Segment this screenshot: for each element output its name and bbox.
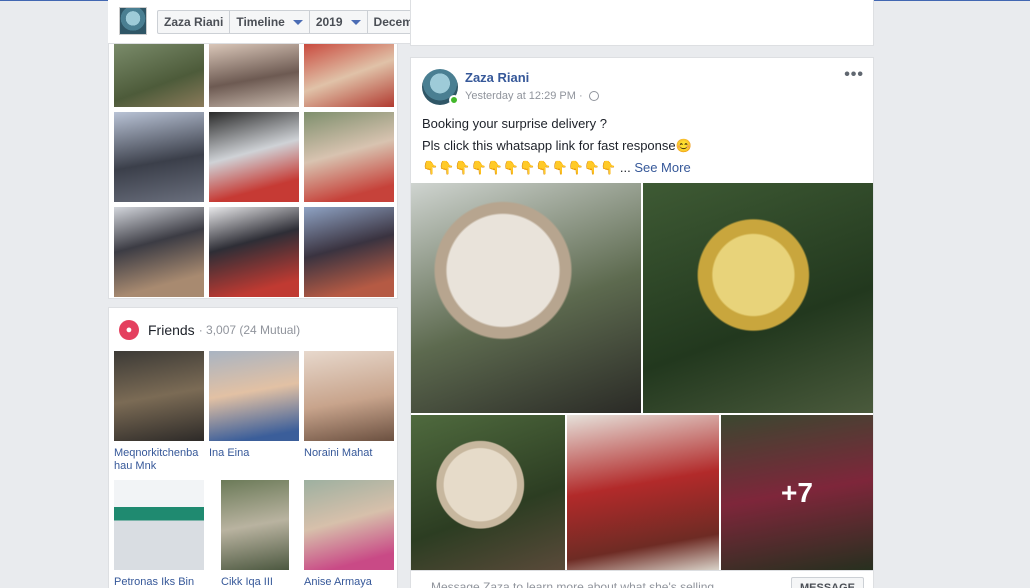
- friend-name[interactable]: Cikk Iqa III: [221, 576, 289, 588]
- photo-thumb[interactable]: [114, 112, 204, 202]
- post-line-last: 👇👇👇👇👇👇👇👇👇👇👇👇 ... See More: [422, 160, 691, 175]
- photo-thumb[interactable]: [304, 207, 394, 297]
- friend-name[interactable]: Noraini Mahat: [304, 447, 394, 460]
- friends-count: · 3,007 (24 Mutual): [198, 323, 301, 337]
- photos-card: [108, 44, 398, 299]
- previous-post-card: [410, 0, 874, 46]
- post-time[interactable]: Yesterday at 12:29 PM ·: [465, 90, 583, 102]
- friend-name[interactable]: Anise Armaya: [304, 576, 394, 588]
- friend-photo[interactable]: [209, 351, 299, 441]
- crumb-year[interactable]: 2019: [310, 11, 368, 33]
- globe-icon: [588, 91, 599, 101]
- friends-icon: ●: [119, 320, 139, 340]
- post-line: Booking your surprise delivery ?: [422, 116, 607, 131]
- friend-item[interactable]: Meqnorkitchenba hau Mnk: [114, 351, 204, 473]
- crumb-timeline[interactable]: Timeline: [230, 11, 310, 33]
- post-photo[interactable]: [411, 415, 565, 570]
- friend-name[interactable]: Ina Eina: [209, 447, 299, 460]
- message-prompt[interactable]: Message Zaza to learn more about what sh…: [431, 580, 714, 588]
- online-status-dot: [449, 95, 459, 105]
- friend-item[interactable]: Cikk Iqa III: [221, 480, 289, 588]
- message-bar: Message Zaza to learn more about what sh…: [411, 570, 873, 588]
- friends-card: ● Friends · 3,007 (24 Mutual) Meqnorkitc…: [108, 307, 398, 588]
- crumb-name[interactable]: Zaza Riani: [158, 11, 231, 33]
- friends-title: ● Friends · 3,007 (24 Mutual): [119, 320, 300, 340]
- friend-photo[interactable]: [221, 480, 289, 570]
- post-meta: Yesterday at 12:29 PM ·: [465, 90, 599, 102]
- photo-thumb[interactable]: [209, 207, 299, 297]
- friend-photo[interactable]: [304, 480, 394, 570]
- post-photo[interactable]: [643, 183, 873, 413]
- see-more-link[interactable]: See More: [634, 160, 690, 175]
- post-card: Zaza Riani Yesterday at 12:29 PM · ••• B…: [410, 57, 874, 588]
- chevron-down-icon: [350, 19, 361, 25]
- friend-item[interactable]: Ina Eina: [209, 351, 299, 460]
- photo-thumb[interactable]: [209, 112, 299, 202]
- photo-thumb[interactable]: [114, 207, 204, 297]
- friend-photo[interactable]: [304, 351, 394, 441]
- post-photo[interactable]: [567, 415, 719, 570]
- friend-item[interactable]: Anise Armaya: [304, 480, 394, 588]
- profile-avatar[interactable]: [119, 7, 147, 35]
- photo-thumb[interactable]: [304, 44, 394, 107]
- photo-thumb[interactable]: [114, 44, 204, 107]
- friend-item[interactable]: Petronas Iks Bin: [114, 480, 204, 588]
- more-options-icon[interactable]: •••: [844, 66, 864, 84]
- post-photo-more[interactable]: +7: [721, 415, 873, 570]
- friend-photo[interactable]: [114, 351, 204, 441]
- post-line: Pls click this whatsapp link for fast re…: [422, 138, 692, 153]
- chevron-down-icon: [292, 19, 303, 25]
- message-button[interactable]: MESSAGE: [790, 577, 864, 588]
- post-photo[interactable]: [411, 183, 641, 413]
- friends-heading[interactable]: Friends: [148, 322, 195, 338]
- friend-name[interactable]: Petronas Iks Bin: [114, 576, 204, 588]
- more-photos-count[interactable]: +7: [721, 415, 873, 570]
- post-text: Booking your surprise delivery ? Pls cli…: [422, 113, 862, 179]
- friend-photo[interactable]: [114, 480, 204, 570]
- post-author[interactable]: Zaza Riani: [465, 70, 529, 85]
- friend-item[interactable]: Noraini Mahat: [304, 351, 394, 460]
- photo-thumb[interactable]: [304, 112, 394, 202]
- friend-name[interactable]: Meqnorkitchenba hau Mnk: [114, 447, 204, 473]
- photo-grid: [114, 44, 394, 297]
- photo-thumb[interactable]: [209, 44, 299, 107]
